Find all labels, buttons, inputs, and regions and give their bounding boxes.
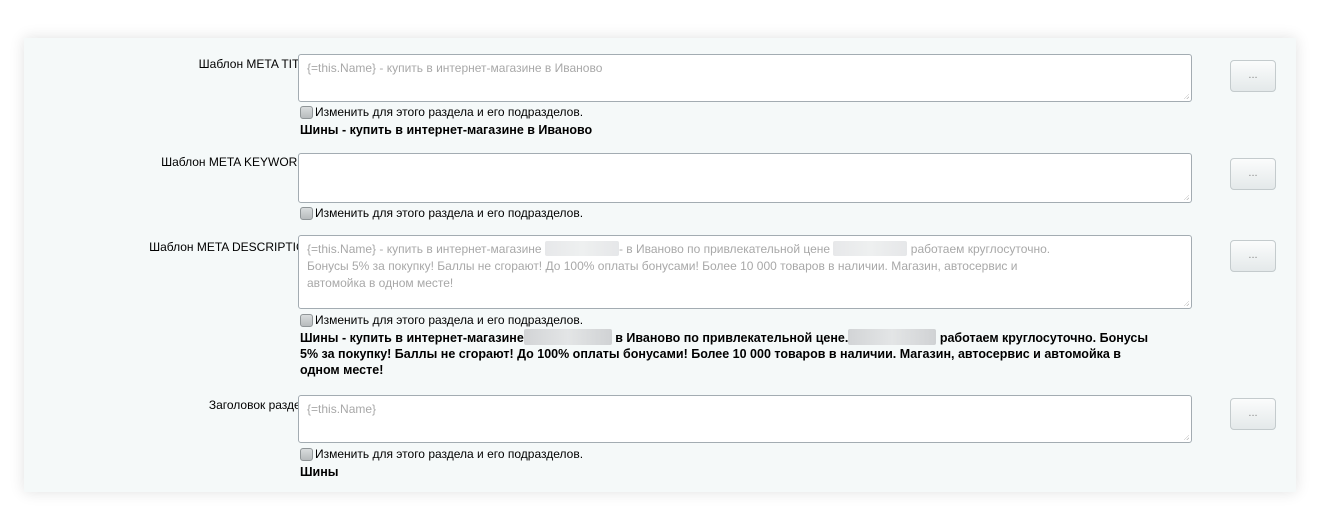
meta-description-textarea[interactable]: {=this.Name} - купить в интернет-магазин…: [298, 235, 1192, 309]
checkbox-icon[interactable]: [300, 313, 313, 327]
meta-description-checkbox-label: Изменить для этого раздела и его подразд…: [315, 313, 584, 327]
section-heading-override-checkbox[interactable]: Изменить для этого раздела и его подразд…: [300, 447, 583, 461]
meta-title-checkbox-label: Изменить для этого раздела и его подразд…: [315, 105, 584, 119]
section-heading-preview: Шины: [300, 465, 339, 479]
resize-handle-icon[interactable]: [1183, 93, 1189, 99]
meta-keywords-textarea[interactable]: [298, 153, 1192, 203]
meta-title-override-checkbox[interactable]: Изменить для этого раздела и его подразд…: [300, 105, 583, 119]
meta-description-preview-line3: одном месте!: [300, 363, 384, 377]
meta-description-preview-line1: Шины - купить в интернет-магазине в Иван…: [300, 329, 1149, 345]
meta-description-value-line3: автомойка в одном месте!: [307, 276, 454, 290]
resize-handle-icon[interactable]: [1183, 434, 1189, 440]
checkbox-icon[interactable]: [300, 105, 313, 119]
meta-keywords-checkbox-label: Изменить для этого раздела и его подразд…: [315, 206, 584, 220]
meta-title-preview: Шины - купить в интернет-магазине в Иван…: [300, 123, 593, 137]
meta-title-textarea[interactable]: {=this.Name} - купить в интернет-магазин…: [298, 54, 1192, 102]
redacted-block: [544, 241, 619, 256]
resize-handle-icon[interactable]: [1183, 300, 1189, 306]
section-heading-value: {=this.Name}: [307, 402, 377, 416]
redacted-block: [833, 241, 908, 256]
section-heading-textarea[interactable]: {=this.Name}: [298, 395, 1192, 443]
meta-keywords-override-checkbox[interactable]: Изменить для этого раздела и его подразд…: [300, 206, 583, 220]
checkbox-icon[interactable]: [300, 447, 313, 461]
meta-description-value-line1: {=this.Name} - купить в интернет-магазин…: [307, 241, 1051, 256]
meta-description-override-checkbox[interactable]: Изменить для этого раздела и его подразд…: [300, 313, 583, 327]
meta-title-value: {=this.Name} - купить в интернет-магазин…: [307, 61, 603, 75]
redacted-block: [523, 329, 612, 345]
section-heading-insert-button[interactable]: ...: [1230, 398, 1276, 430]
meta-title-insert-button[interactable]: ...: [1230, 60, 1276, 92]
meta-title-label: Шаблон META TITLE: [198, 57, 314, 71]
meta-description-label: Шаблон META DESCRIPTION: [149, 240, 314, 254]
meta-description-insert-button[interactable]: ...: [1230, 240, 1276, 272]
resize-handle-icon[interactable]: [1183, 194, 1189, 200]
checkbox-icon[interactable]: [300, 206, 313, 220]
meta-description-preview: Шины - купить в интернет-магазине в Иван…: [300, 329, 1260, 378]
section-heading-checkbox-label: Изменить для этого раздела и его подразд…: [315, 447, 584, 461]
meta-description-value-line2: Бонусы 5% за покупку! Баллы не сгорают! …: [307, 259, 1018, 273]
meta-keywords-insert-button[interactable]: ...: [1230, 158, 1276, 190]
meta-keywords-label: Шаблон META KEYWORDS: [161, 155, 314, 169]
meta-description-preview-line2: 5% за покупку! Баллы не сгорают! До 100%…: [300, 347, 1121, 361]
redacted-block: [848, 329, 937, 345]
seo-settings-panel: Шаблон META TITLE {=this.Name} - купить …: [24, 38, 1296, 492]
